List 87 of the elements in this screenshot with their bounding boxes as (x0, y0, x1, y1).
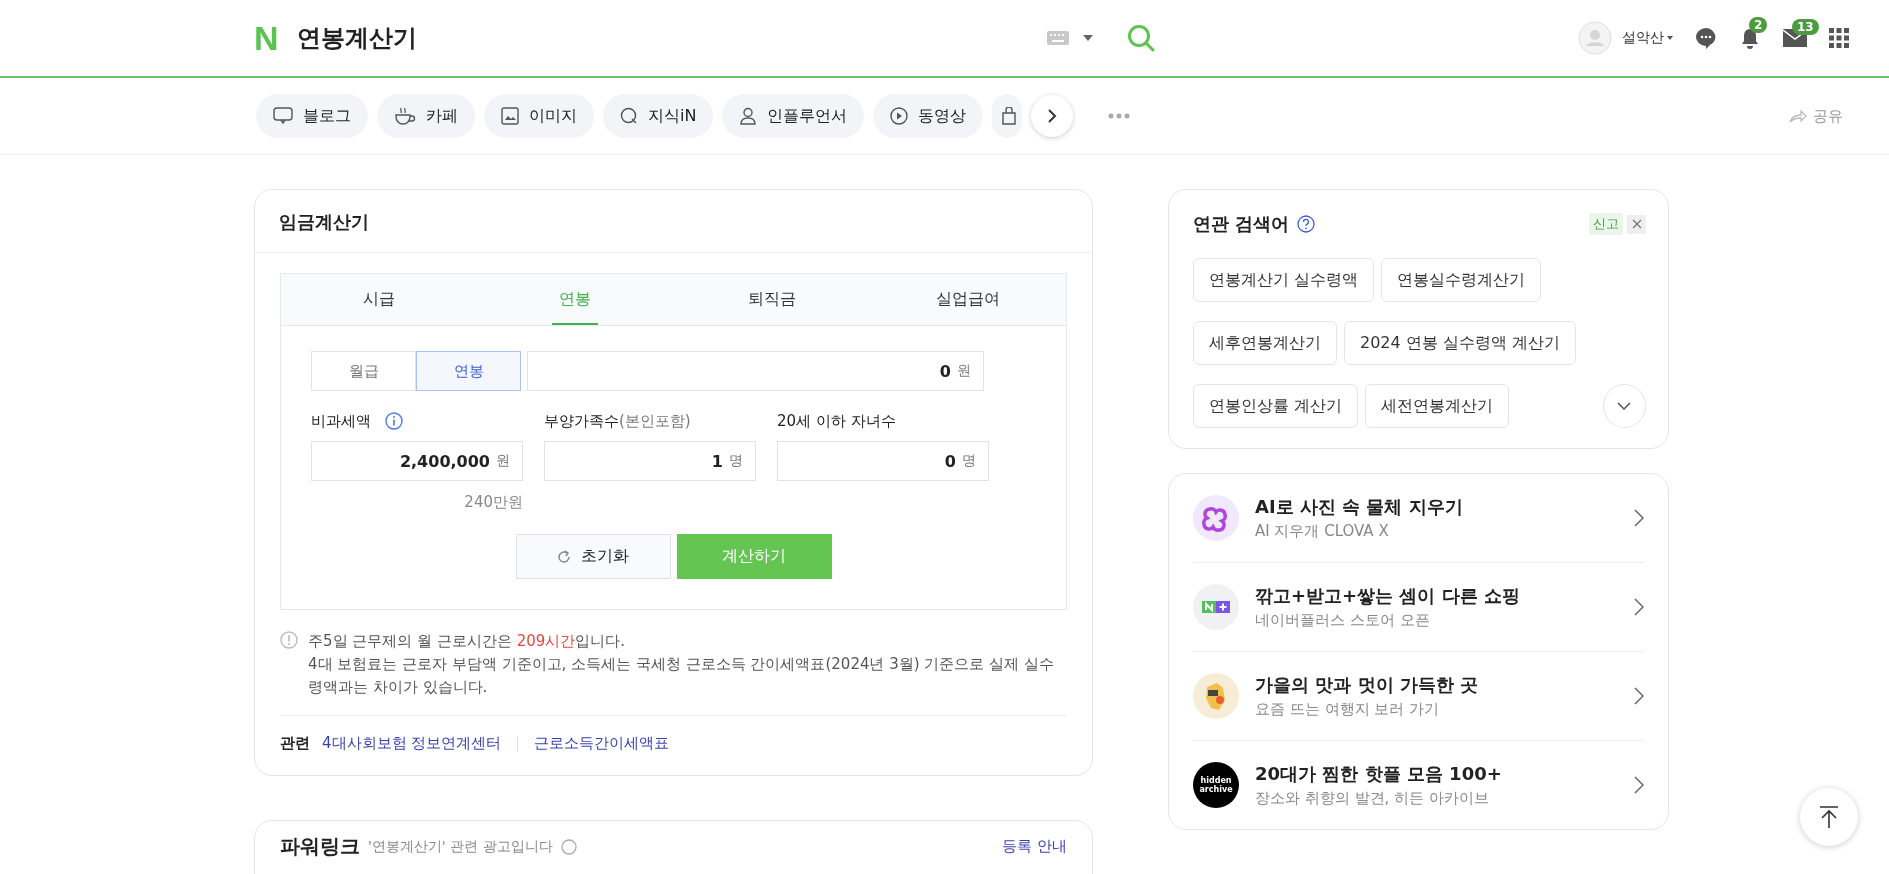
promo-item[interactable]: AI로 사진 속 물체 지우기 AI 지우개 CLOVA X (1193, 474, 1644, 563)
promo-item[interactable]: 가을의 맛과 멋이 가득한 곳 요즘 뜨는 여행지 보러 가기 (1193, 652, 1644, 741)
cup-icon (394, 106, 416, 126)
category-tab[interactable]: 인플루언서 (722, 94, 865, 138)
calculator-tab[interactable]: 퇴직금 (673, 274, 870, 325)
calculator-tab[interactable]: 실업급여 (869, 274, 1066, 325)
chevron-right-icon (1634, 598, 1644, 616)
ad-subtitle: '연봉계산기' 관련 광고입니다 (368, 837, 553, 856)
related-search-chip[interactable]: 연봉계산기 실수령액 (1193, 258, 1375, 302)
scroll-to-top-button[interactable] (1800, 788, 1858, 846)
promo-item[interactable]: hidden archive 20대가 찜한 핫플 모음 100+ 장소와 취향의 발견, 히든 아카이브 (1193, 741, 1644, 829)
promo-subtitle: AI 지우개 CLOVA X (1255, 522, 1390, 541)
register-link[interactable]: 등록 안내 (1002, 837, 1067, 856)
share-arrow-icon (1789, 109, 1807, 123)
salary-input-field[interactable]: 0 원 (527, 351, 984, 391)
related-link[interactable]: 근로소득간이세액표 (534, 734, 670, 753)
chevron-right-icon (1634, 687, 1644, 705)
promo-item[interactable]: 깎고+받고+쌓는 셈이 다른 쇼핑 네이버플러스 스토어 오픈 (1193, 563, 1644, 652)
category-tab[interactable] (992, 94, 1023, 138)
amount-hint: 240만원 (463, 493, 523, 512)
q-circle-icon (620, 107, 638, 125)
more-icon[interactable] (1108, 113, 1131, 119)
field-label: 비과세액 (311, 411, 371, 431)
chevron-down-icon (1617, 402, 1632, 410)
promo-title: 가을의 맛과 멋이 가득한 곳 (1255, 673, 1480, 697)
number-input-field[interactable]: 2,400,000 원 (311, 441, 523, 481)
category-tab[interactable]: 지식iN (603, 94, 714, 138)
caret-icon[interactable] (1667, 36, 1673, 40)
related-label: 관련 (280, 734, 310, 753)
plus-logo-icon (1193, 584, 1239, 630)
related-search-chip[interactable]: 세후연봉계산기 (1193, 321, 1337, 365)
caret-icon[interactable] (1082, 35, 1093, 41)
promo-subtitle: 장소와 취향의 발견, 히든 아카이브 (1255, 789, 1490, 808)
ad-title: 파워링크 (280, 833, 360, 860)
related-search-chip[interactable]: 연봉실수령계산기 (1381, 258, 1542, 302)
field-label: 20세 이하 자녀수 (777, 411, 896, 431)
archive-logo: hidden archive (1193, 762, 1239, 808)
play-icon (890, 107, 909, 125)
map-illustration-icon (1193, 673, 1239, 719)
related-search-chip[interactable]: 세전연봉계산기 (1365, 384, 1510, 428)
scroll-right-button[interactable] (1031, 95, 1074, 137)
bell-icon[interactable] (1739, 27, 1761, 49)
related-search-chip[interactable]: 연봉인상률 계산기 (1193, 384, 1359, 428)
clover-icon (1193, 495, 1239, 541)
related-search-chip[interactable]: 2024 연봉 실수령액 계산기 (1344, 321, 1576, 365)
help-icon[interactable] (1297, 215, 1316, 233)
category-tab[interactable]: 동영상 (873, 94, 984, 138)
promo-subtitle: 네이버플러스 스토어 오픈 (1255, 611, 1431, 630)
category-tab[interactable]: 카페 (377, 94, 475, 138)
chevron-right-icon (1634, 509, 1644, 527)
info-icon[interactable] (560, 838, 577, 855)
notification-count: 2 (1749, 17, 1768, 33)
promo-title: AI로 사진 속 물체 지우기 (1255, 495, 1464, 519)
apps-grid-icon[interactable] (1829, 28, 1849, 48)
promo-title: 20대가 찜한 핫플 모음 100+ (1255, 762, 1503, 786)
section-title: 연관 검색어 (1193, 212, 1290, 236)
related-link[interactable]: 4대사회보험 정보연계센터 (322, 734, 502, 753)
card-title: 임금계산기 (255, 190, 1092, 253)
chevron-right-icon (1047, 108, 1058, 124)
category-tab[interactable]: 이미지 (484, 94, 594, 138)
chat-icon[interactable] (1695, 27, 1717, 49)
field-label: 부양가족수(본인포함) (544, 411, 691, 431)
promo-subtitle: 요즘 뜨는 여행지 보러 가기 (1255, 700, 1441, 719)
person-icon (739, 107, 758, 125)
promo-title: 깎고+받고+쌓는 셈이 다른 쇼핑 (1255, 584, 1521, 608)
close-icon (1631, 219, 1642, 229)
note-text: 주5일 근무제의 월 근로시간은 209시간입니다. (308, 631, 627, 652)
mail-count: 13 (1792, 19, 1819, 35)
refresh-icon (557, 549, 571, 564)
speech-bubble-icon (273, 107, 293, 125)
arrow-up-icon (1818, 805, 1840, 829)
category-tab[interactable]: 블로그 (256, 94, 368, 138)
period-toggle[interactable]: 연봉 (416, 351, 521, 391)
number-input-field[interactable]: 0 명 (777, 441, 989, 481)
period-toggle[interactable]: 월급 (311, 351, 416, 391)
close-button[interactable] (1627, 214, 1646, 234)
user-name[interactable]: 설악산 (1622, 29, 1664, 47)
info-icon[interactable] (385, 412, 403, 430)
bag-icon (1002, 107, 1017, 125)
image-icon (501, 107, 519, 125)
chevron-right-icon (1634, 776, 1644, 794)
number-input-field[interactable]: 1 명 (544, 441, 756, 481)
calculator-tab[interactable]: 시급 (281, 274, 478, 325)
exclamation-icon (280, 631, 298, 649)
search-query[interactable]: 연봉계산기 (296, 22, 417, 54)
reset-button[interactable]: 초기화 (515, 534, 671, 579)
note-text: 4대 보험료는 근로자 부담액 기준이고, 소득세는 국세청 근로소득 간이세액표(2024년 3월) 기준으로 실제 실수령액과는 차이가 있습니다. (308, 654, 1055, 698)
